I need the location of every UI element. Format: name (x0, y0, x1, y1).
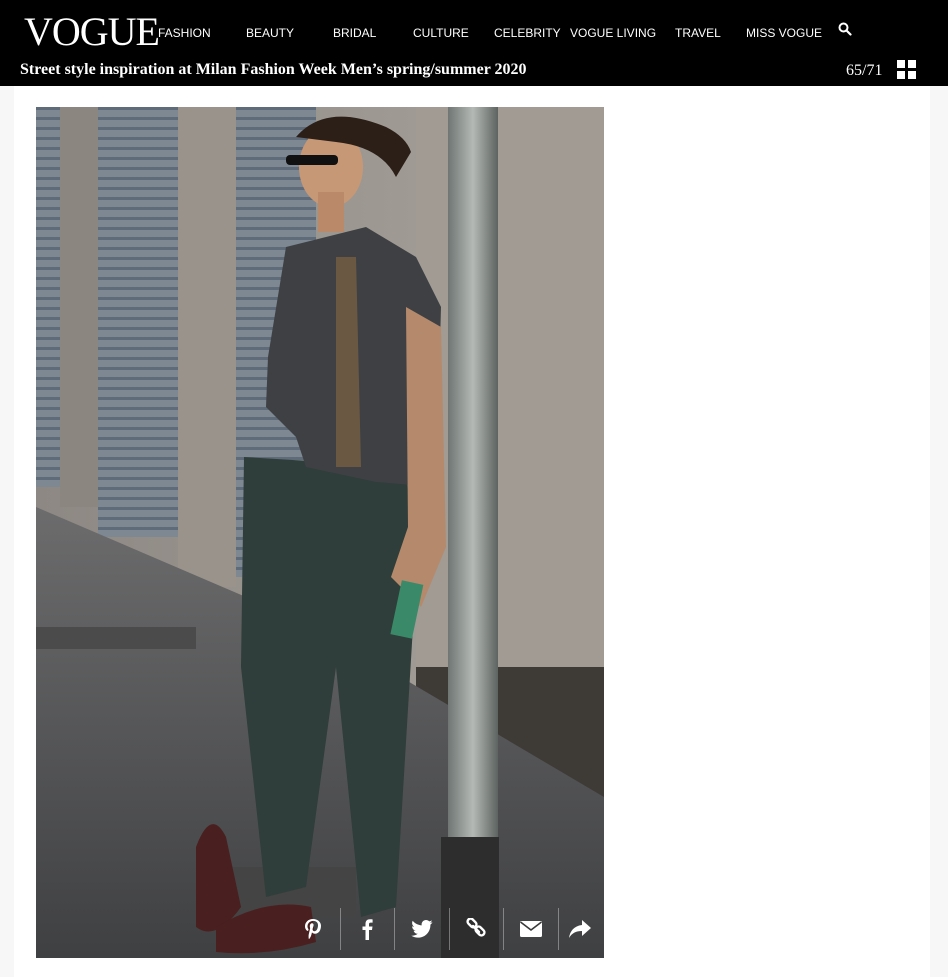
vogue-logo[interactable]: VOGUE (24, 10, 160, 54)
pinterest-icon (304, 919, 321, 939)
copy-link-button[interactable] (450, 908, 505, 950)
nav-item-bridal[interactable]: BRIDAL (333, 26, 376, 40)
share-bar (286, 908, 594, 950)
pinterest-button[interactable] (286, 908, 341, 950)
facebook-button[interactable] (341, 908, 396, 950)
more-share-button[interactable] (567, 908, 594, 950)
email-icon (519, 921, 542, 937)
share-arrow-icon (569, 920, 592, 938)
nav-item-travel[interactable]: TRAVEL (675, 26, 721, 40)
nav-item-miss-vogue[interactable]: MISS VOGUE (746, 26, 822, 40)
twitter-button[interactable] (395, 908, 450, 950)
nav-item-fashion[interactable]: FASHION (158, 26, 211, 40)
nav-item-vogue-living[interactable]: VOGUE LIVING (570, 26, 656, 40)
email-button[interactable] (504, 908, 559, 950)
slide-counter: 65/71 (846, 62, 883, 79)
link-icon (466, 918, 487, 937)
gallery-photo[interactable] (36, 107, 604, 958)
gallery-title: Street style inspiration at Milan Fashio… (20, 61, 527, 78)
twitter-icon (411, 920, 433, 938)
street-style-photo (36, 107, 604, 958)
nav-item-celebrity[interactable]: CELEBRITY (494, 26, 561, 40)
top-navigation-bar: VOGUE FASHION BEAUTY BRIDAL CULTURE CELE… (0, 0, 948, 86)
nav-item-beauty[interactable]: BEAUTY (246, 26, 294, 40)
nav-item-culture[interactable]: CULTURE (413, 26, 469, 40)
grid-icon[interactable] (897, 60, 916, 79)
facebook-icon (362, 919, 373, 940)
search-icon[interactable] (838, 22, 852, 36)
gallery-content (14, 86, 930, 977)
